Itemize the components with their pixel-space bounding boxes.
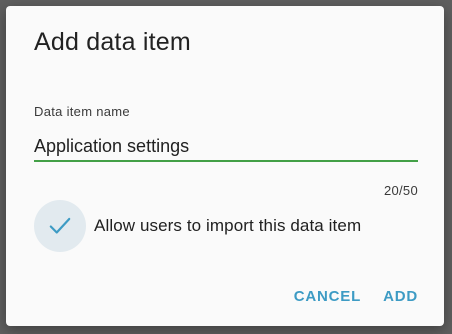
data-item-name-input[interactable] [34, 132, 418, 162]
character-counter: 20/50 [383, 183, 418, 198]
dialog-actions: CANCEL ADD [294, 288, 418, 305]
allow-import-checkbox[interactable]: Allow users to import this data item [34, 200, 361, 252]
checkbox-control[interactable] [34, 200, 86, 252]
add-data-item-dialog: Add data item Data item name 20/50 Allow… [6, 6, 444, 326]
cancel-button[interactable]: CANCEL [294, 288, 361, 305]
dialog-title: Add data item [34, 28, 191, 56]
add-button[interactable]: ADD [383, 288, 418, 305]
field-label: Data item name [34, 104, 130, 119]
check-icon [49, 217, 71, 234]
checkbox-label: Allow users to import this data item [94, 216, 362, 235]
data-item-name-field: Data item name [34, 104, 418, 162]
